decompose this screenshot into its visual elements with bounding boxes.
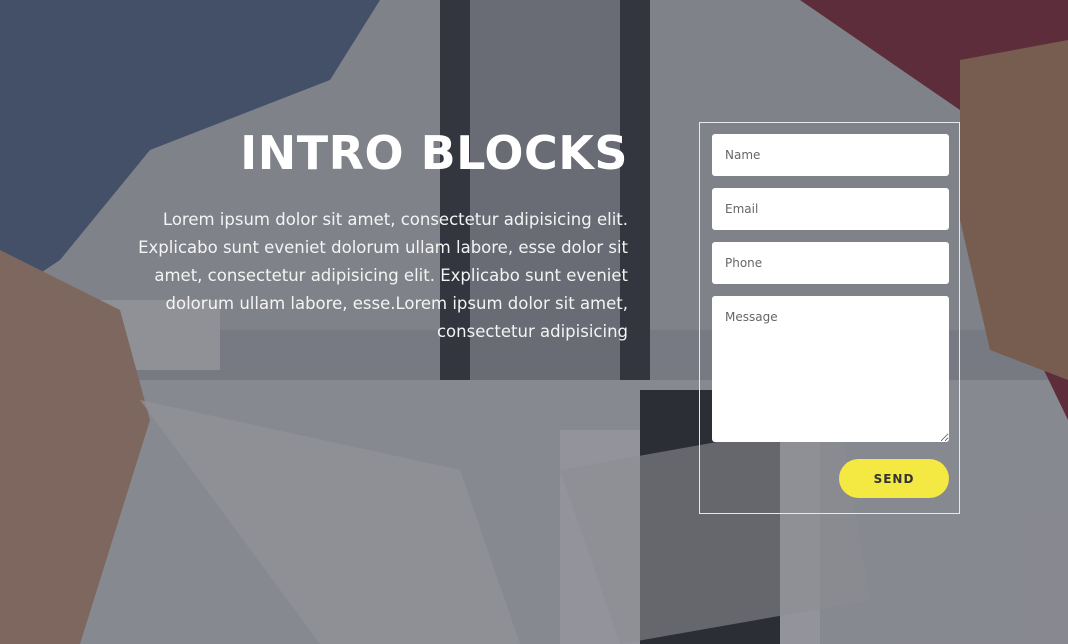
send-button[interactable]: SEND [839,459,949,498]
email-field[interactable] [712,188,949,230]
phone-field[interactable] [712,242,949,284]
intro-paragraph: Lorem ipsum dolor sit amet, consectetur … [138,210,628,341]
name-field[interactable] [712,134,949,176]
hero-section: INTRO BLOCKS Lorem ipsum dolor sit amet,… [0,0,1068,644]
page-title: INTRO BLOCKS [240,126,628,180]
contact-form: SEND [699,122,960,514]
intro-block: INTRO BLOCKS Lorem ipsum dolor sit amet,… [120,118,628,346]
message-field[interactable] [712,296,949,442]
